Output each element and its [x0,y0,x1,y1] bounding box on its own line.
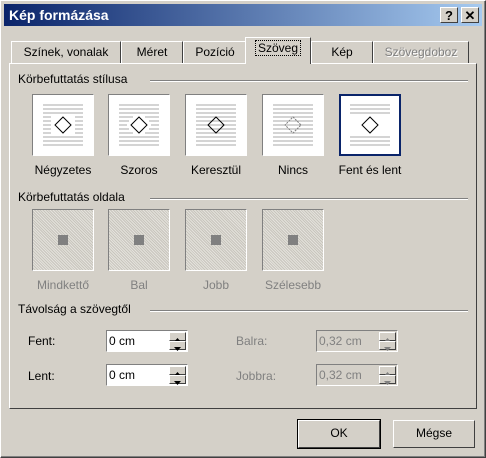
wrap-largest-side-option[interactable] [262,209,324,271]
wrap-square-icon [43,104,83,146]
wrap-style-heading: Körbefuttatás stílusa [18,72,128,86]
cancel-button[interactable]: Mégse [393,420,475,448]
distance-top-spinner[interactable] [106,330,188,352]
ok-button[interactable]: OK [297,419,381,449]
distance-bottom-input[interactable] [109,367,167,383]
distance-top-input[interactable] [109,333,167,349]
spin-down-icon[interactable] [169,341,186,351]
distance-right-input[interactable] [319,367,377,383]
distance-bottom-label: Lent: [28,369,55,383]
wrap-square-option[interactable] [32,94,94,156]
distance-left-label: Balra: [236,334,268,348]
spin-up-icon[interactable] [379,332,396,342]
tab-text[interactable]: Szöveg [245,37,311,64]
wrap-right-icon [211,235,221,245]
divider [150,310,468,312]
title-bar[interactable]: Kép formázása ? ✕ [4,4,482,26]
tab-colors-lines[interactable]: Színek, vonalak [11,41,121,63]
wrap-none-option[interactable] [262,94,324,156]
wrap-left-option[interactable] [108,209,170,271]
tab-panel: Körbefuttatás stílusa Négyzetes Szoros K… [9,63,477,409]
distance-bottom-spinner[interactable] [106,364,188,386]
wrap-both-sides-icon [58,235,68,245]
distance-top-label: Fent: [28,334,56,348]
wrap-tight-option[interactable] [108,94,170,156]
wrap-top-bottom-icon [350,104,390,146]
spin-down-icon[interactable] [379,341,396,351]
distance-left-input[interactable] [319,333,377,349]
tab-strip: Színek, vonalak Méret Pozíció Szöveg Kép… [9,37,479,64]
tab-textbox[interactable]: Szövegdoboz [373,41,469,63]
wrap-through-option[interactable] [185,94,247,156]
spin-down-icon[interactable] [379,375,396,385]
distance-heading: Távolság a szövegtől [18,302,131,316]
spin-up-icon[interactable] [169,332,186,342]
wrap-largest-side-label: Szélesebb [264,278,322,292]
close-button[interactable]: ✕ [461,7,479,23]
tab-position[interactable]: Pozíció [183,41,247,63]
wrap-right-option[interactable] [185,209,247,271]
spin-down-icon[interactable] [169,375,186,385]
wrap-top-bottom-label: Fent és lent [338,163,402,177]
format-picture-dialog: Kép formázása ? ✕ Színek, vonalak Méret … [0,0,486,458]
wrap-none-icon [273,104,313,146]
wrap-side-heading: Körbefuttatás oldala [18,190,125,204]
distance-right-spinner[interactable] [316,364,398,386]
distance-left-spinner[interactable] [316,330,398,352]
tab-picture[interactable]: Kép [311,41,373,63]
divider [150,198,468,200]
wrap-through-icon [196,104,236,146]
tab-size[interactable]: Méret [121,41,183,63]
spin-up-icon[interactable] [379,366,396,376]
distance-right-label: Jobbra: [236,369,277,383]
help-button[interactable]: ? [440,7,458,23]
divider [150,80,468,82]
wrap-top-bottom-option[interactable] [339,94,401,156]
wrap-largest-side-icon [288,235,298,245]
wrap-left-icon [134,235,144,245]
wrap-both-sides-option[interactable] [32,209,94,271]
spin-up-icon[interactable] [169,366,186,376]
dialog-title: Kép formázása [9,7,109,23]
wrap-tight-icon [119,104,159,146]
